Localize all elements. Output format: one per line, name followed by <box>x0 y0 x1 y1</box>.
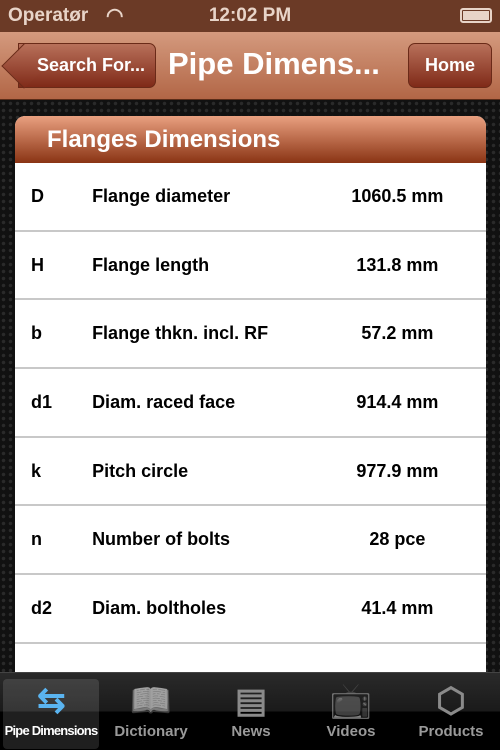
row-value: 131.8 mm <box>356 254 439 275</box>
row-label: Diam. raced face <box>92 391 236 412</box>
book-icon: 📖 <box>129 682 173 720</box>
table-row[interactable]: d2 Diam. boltholes 41.4 mm <box>15 575 486 644</box>
table-row[interactable]: D Flange diameter 1060.5 mm <box>15 163 486 232</box>
table-row[interactable]: k Pitch circle 977.9 mm <box>15 438 486 507</box>
content-area[interactable]: Flanges Dimensions D Flange diameter 1060.… <box>0 100 500 696</box>
row-label: Flange thkn. incl. RF <box>92 323 269 344</box>
row-symbol: H <box>31 254 44 275</box>
row-label: Diam. boltholes <box>92 597 227 618</box>
row-symbol: n <box>31 529 42 550</box>
row-value: 914.4 mm <box>356 391 439 412</box>
battery-icon <box>460 8 492 23</box>
newspaper-icon: ▤ <box>234 682 268 720</box>
row-symbol: D <box>31 185 44 206</box>
row-symbol: k <box>31 460 42 481</box>
row-label: Pitch circle <box>92 460 189 481</box>
status-bar: Operatør ◠ 12:02 PM <box>0 0 500 32</box>
tab-dictionary[interactable]: 📖 Dictionary <box>103 679 199 749</box>
page-title: Pipe Dimens... <box>168 46 380 81</box>
row-symbol: d2 <box>31 597 53 618</box>
tv-icon: 📺 <box>329 682 373 720</box>
tab-label: News <box>231 723 271 740</box>
tab-label: Videos <box>326 723 376 740</box>
table-row[interactable]: d1 Diam. raced face 914.4 mm <box>15 369 486 438</box>
box-icon: ⬡ <box>436 682 466 720</box>
row-value: 41.4 mm <box>361 597 434 618</box>
row-label: Flange length <box>92 254 210 275</box>
row-symbol: d1 <box>31 391 53 412</box>
table-row[interactable]: n Number of bolts 28 pce <box>15 506 486 576</box>
row-label: Flange diameter <box>92 185 231 206</box>
row-symbol: b <box>31 323 42 344</box>
row-value: 1060.5 mm <box>351 185 444 206</box>
tab-bar: ⇆ Pipe Dimensions 📖 Dictionary ▤ News 📺 Videos ⬡… <box>0 672 500 750</box>
table-row[interactable]: b Flange thkn. incl. RF 57.2 mm <box>15 300 486 370</box>
navigation-bar: Search For... Pipe Dimens... Home <box>0 32 500 100</box>
tab-label: Pipe Dimensions <box>4 723 99 738</box>
tab-news[interactable]: ▤ News <box>203 679 299 749</box>
tab-products[interactable]: ⬡ Products <box>403 679 499 749</box>
table-row[interactable]: H Flange length 131.8 mm <box>15 232 486 301</box>
tab-pipe-dimensions[interactable]: ⇆ Pipe Dimensions <box>3 679 99 749</box>
row-value: 977.9 mm <box>356 460 439 481</box>
home-button[interactable]: Home <box>408 43 492 88</box>
tab-videos[interactable]: 📺 Videos <box>303 679 399 749</box>
row-label: Number of bolts <box>92 529 231 550</box>
section-header: Flanges Dimensions <box>15 116 486 163</box>
row-value: 57.2 mm <box>361 323 434 344</box>
clock: 12:02 PM <box>208 5 292 26</box>
row-value: 28 pce <box>369 529 426 550</box>
dimensions-table: Flanges Dimensions D Flange diameter 1060.… <box>15 116 486 696</box>
back-button[interactable]: Search For... <box>18 43 156 88</box>
tab-label: Dictionary <box>114 723 188 740</box>
tab-label: Products <box>418 723 484 740</box>
sync-arrows-icon: ⇆ <box>37 682 66 720</box>
